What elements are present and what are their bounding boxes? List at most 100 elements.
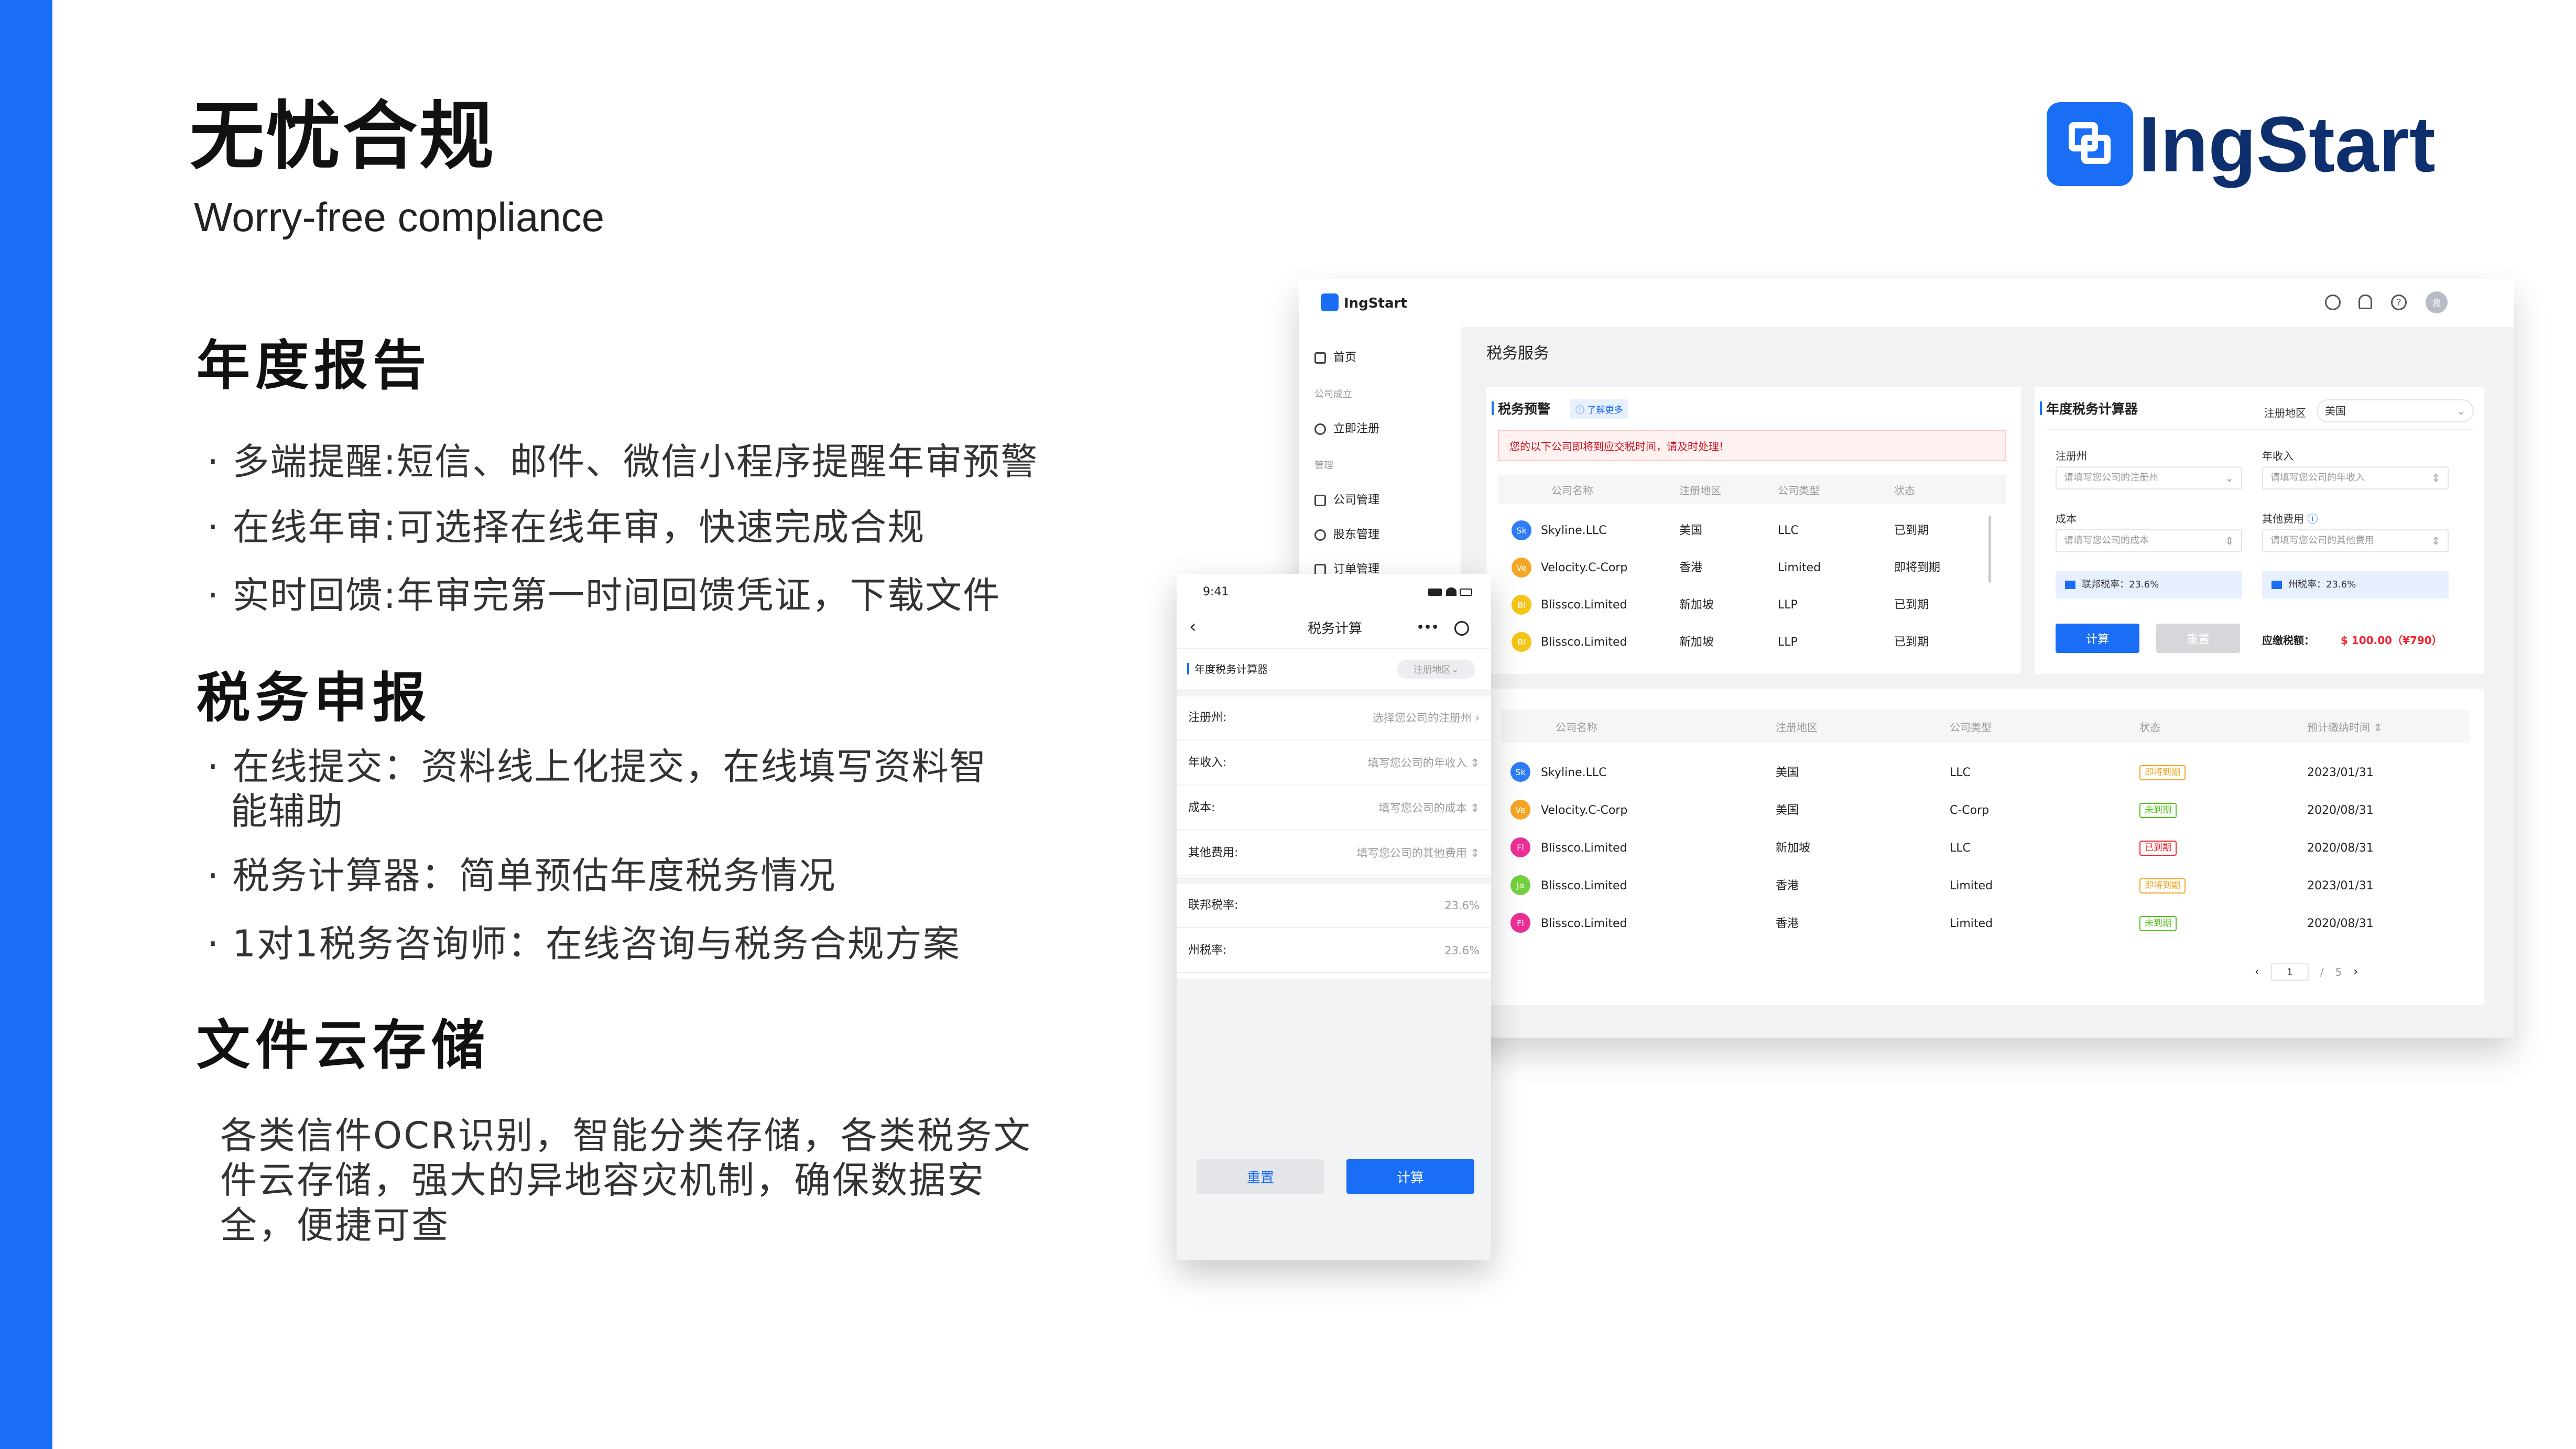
chevron-right-icon[interactable]: › — [2353, 966, 2358, 978]
region-label: 注册地区 — [2264, 407, 2306, 419]
chevron-down-icon: ⌄ — [2225, 472, 2234, 484]
form-label: 其他费用: — [1188, 846, 1238, 859]
help-icon[interactable]: ? — [2391, 295, 2407, 310]
sidebar-group-label: 公司成立 — [1314, 389, 1352, 400]
form-label: 注册州: — [1188, 711, 1227, 724]
income-input[interactable]: 请填写您公司的年收入 ⇕ — [2262, 466, 2449, 489]
company-type: C-Corp — [1950, 804, 1990, 817]
page-input[interactable]: 1 — [2270, 963, 2309, 981]
sidebar-item-company[interactable]: 公司管理 — [1314, 495, 1379, 506]
calculate-button[interactable]: 计算 — [2056, 624, 2139, 653]
paragraph-line: 各类信件OCR识别，智能分类存储，各类税务文 — [220, 1114, 1032, 1157]
region-select[interactable]: 美国 ⌄ — [2317, 399, 2474, 422]
user-avatar[interactable]: 我 — [2426, 291, 2448, 313]
paragraph-line: 件云存储，强大的异地容灾机制，确保数据安 — [220, 1159, 985, 1202]
building-icon — [1314, 495, 1326, 506]
learn-more-link[interactable]: ⓘ 了解更多 — [1570, 399, 1628, 419]
column-header-sortable[interactable]: 预计缴纳时间 ⇕ — [2307, 722, 2382, 733]
mobile-rate-row: 联邦税率: 23.6% — [1177, 884, 1491, 928]
region-pill[interactable]: 注册地区 ⌄ — [1397, 660, 1475, 679]
flag-icon — [2065, 581, 2075, 589]
form-label: 成本: — [1188, 801, 1215, 814]
status-time: 9:41 — [1203, 585, 1229, 598]
sidebar-item-label: 立即注册 — [1333, 422, 1380, 435]
desktop-logo-icon — [1321, 293, 1339, 311]
bullet-item: · 实时回馈:年审完第一时间回馈凭证，下载文件 — [207, 574, 1001, 617]
column-header: 公司名称 — [1551, 484, 1593, 497]
form-placeholder: 填写您公司的成本 ⇕ — [1378, 801, 1480, 814]
column-header: 注册地区 — [1776, 721, 1818, 734]
more-icon[interactable]: ••• — [1417, 622, 1439, 634]
calculator-title: 年度税务计算器 — [2046, 401, 2138, 417]
section-marker — [1187, 663, 1189, 674]
column-header: 公司名称 — [1556, 721, 1597, 734]
sidebar-group-label: 管理 — [1314, 460, 1333, 471]
form-placeholder: 选择您公司的注册州 › — [1372, 711, 1480, 724]
scrollbar[interactable] — [1988, 516, 1991, 583]
company-status: 已到期 — [1894, 524, 1929, 537]
mobile-form-row[interactable]: 注册州: 选择您公司的注册州 › — [1177, 696, 1491, 740]
company-region: 香港 — [1776, 879, 1799, 892]
mobile-calculate-button[interactable]: 计算 — [1346, 1159, 1474, 1194]
status-badge: 已到期 — [2139, 841, 2177, 856]
logo-icon — [2047, 102, 2133, 186]
rate-label: 联邦税率: — [1188, 899, 1238, 912]
page-separator: / — [2320, 966, 2324, 978]
close-capsule-icon[interactable] — [1454, 621, 1469, 636]
company-avatar: Ja — [1510, 875, 1530, 895]
mobile-reset-button[interactable]: 重置 — [1197, 1159, 1324, 1194]
card-marker — [1492, 401, 1494, 415]
company-avatar: Sk — [1510, 762, 1530, 782]
bullet-item: · 税务计算器：简单预估年度税务情况 — [207, 854, 836, 897]
stepper-icon: ⇕ — [2431, 472, 2440, 484]
company-avatar: Ve — [1510, 800, 1530, 820]
cost-input[interactable]: 请填写您公司的成本 ⇕ — [2056, 529, 2242, 552]
reset-button[interactable]: 重置 — [2156, 624, 2240, 653]
mobile-rate-row: 州税率: 23.6% — [1177, 929, 1491, 973]
globe-icon[interactable] — [2325, 295, 2341, 310]
desktop-topbar: IngStart ? 我 — [1299, 279, 2514, 327]
mobile-title: 税务计算 — [1308, 621, 1363, 637]
brand-logo: IngStart — [2047, 102, 2436, 186]
section-heading-cloud-storage: 文件云存储 — [197, 1015, 490, 1077]
due-date: 2023/01/31 — [2307, 879, 2374, 892]
company-avatar: Bl — [1512, 595, 1531, 615]
due-date: 2020/08/31 — [2307, 804, 2374, 817]
mobile-section-title: 年度税务计算器 — [1194, 663, 1268, 676]
other-fees-input[interactable]: 请填写您公司的其他费用 ⇕ — [2262, 529, 2449, 552]
company-region: 新加坡 — [1679, 636, 1714, 649]
sidebar-item-register[interactable]: 立即注册 — [1314, 423, 1379, 435]
company-region: 美国 — [1776, 766, 1799, 779]
back-icon[interactable]: ‹ — [1189, 618, 1197, 636]
chevron-left-icon[interactable]: ‹ — [2255, 966, 2259, 978]
bullet-item: · 多端提醒:短信、邮件、微信小程序提醒年审预警 — [207, 440, 1039, 483]
mobile-form-row[interactable]: 其他费用: 填写您公司的其他费用 ⇕ — [1177, 832, 1491, 876]
company-type: Limited — [1950, 917, 1993, 930]
company-region: 新加坡 — [1679, 598, 1714, 612]
state-select[interactable]: 请填写您公司的注册州 ⌄ — [2056, 466, 2242, 489]
bell-icon[interactable] — [2358, 295, 2372, 309]
tax-warning-title: 税务预警 — [1498, 401, 1551, 417]
state-label: 注册州 — [2056, 450, 2087, 462]
due-date: 2020/08/31 — [2307, 842, 2374, 855]
mobile-form-row[interactable]: 年收入: 填写您公司的年收入 ⇕ — [1177, 742, 1491, 786]
income-placeholder: 请填写您公司的年收入 — [2270, 472, 2365, 483]
company-type: LLP — [1778, 598, 1798, 612]
sidebar-item-home[interactable]: 首页 — [1314, 352, 1356, 364]
bullet-item-continued: 能辅助 — [231, 790, 344, 833]
section-heading-tax-filing: 税务申报 — [197, 667, 431, 729]
card-marker — [2040, 401, 2042, 415]
info-icon[interactable]: ⓘ — [2304, 513, 2318, 525]
column-header: 注册地区 — [1679, 484, 1721, 497]
miniprogram-capsule[interactable]: ••• — [1414, 619, 1475, 639]
battery-icon — [1460, 589, 1472, 596]
bullet-item: · 1对1税务咨询师：在线咨询与税务合规方案 — [207, 922, 961, 965]
company-avatar: Bl — [1512, 632, 1531, 652]
bullet-item: · 在线提交：资料线上化提交，在线填写资料智 — [207, 745, 987, 788]
info-icon: ⓘ — [1575, 405, 1588, 416]
mobile-form-row[interactable]: 成本: 填写您公司的成本 ⇕ — [1177, 787, 1491, 831]
status-badge: 未到期 — [2139, 916, 2177, 931]
company-name: Velocity.C-Corp — [1541, 561, 1628, 574]
sidebar-item-shareholders[interactable]: 股东管理 — [1314, 529, 1379, 541]
tax-alert-banner: 您的以下公司即将到应交税时间，请及时处理! — [1498, 430, 2006, 461]
